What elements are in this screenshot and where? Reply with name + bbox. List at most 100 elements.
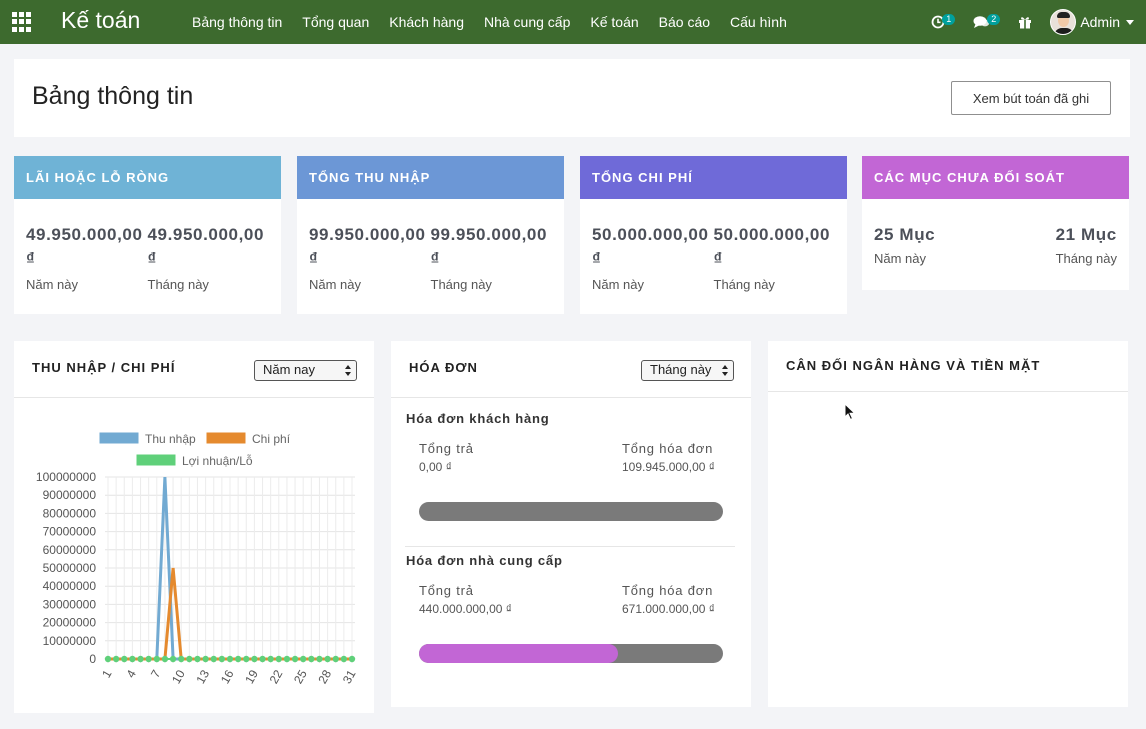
y-tick-label: 90000000: [43, 488, 97, 502]
kpi-month-label: Tháng này: [713, 277, 775, 292]
y-tick-label: 0: [89, 652, 96, 666]
y-tick-label: 30000000: [43, 597, 97, 611]
mouse-cursor-icon: [844, 403, 856, 421]
legend-swatch: [135, 453, 177, 467]
y-tick-label: 20000000: [43, 616, 97, 630]
data-point: [300, 655, 307, 663]
bank-cash-panel: CÂN ĐỐI NGÂN HÀNG VÀ TIỀN MẶT: [768, 341, 1128, 707]
income-expense-panel: THU NHẬP / CHI PHÍ Năm nay Thu nhập Chi p…: [14, 341, 374, 713]
menu-item-dashboard[interactable]: Bảng thông tin: [192, 14, 282, 30]
kpi-year-label: Năm này: [592, 277, 645, 292]
top-navbar: Kế toán Bảng thông tin Tổng quan Khách h…: [0, 0, 1146, 44]
income-expense-chart: Thu nhập Chi phí Lợi nhuận/Lỗ 0 10000000 2000…: [36, 431, 359, 686]
data-point: [178, 655, 185, 663]
data-point: [218, 655, 226, 663]
data-point: [283, 655, 291, 663]
gift-menu[interactable]: [1018, 15, 1032, 29]
divider: [405, 546, 735, 547]
y-tick-label: 50000000: [43, 561, 97, 575]
menu-item-configuration[interactable]: Cấu hình: [730, 14, 787, 30]
legend-swatch: [205, 431, 247, 445]
y-tick-label: 60000000: [43, 543, 97, 557]
legend-swatch: [98, 431, 140, 445]
chevron-down-icon: [1126, 19, 1134, 25]
customer-total-label: Tổng hóa đơn: [622, 441, 714, 456]
activity-badge: 1: [942, 13, 956, 25]
x-tick-label: 13: [193, 667, 212, 686]
select-arrows-icon: [345, 365, 351, 376]
x-tick-label: 7: [148, 667, 164, 680]
legend-label: Chi phí: [252, 432, 291, 446]
data-point: [348, 655, 356, 663]
panel-title: HÓA ĐƠN: [409, 360, 478, 375]
kpi-month-value: 99.950.000,00 ₫: [430, 225, 548, 268]
messaging-menu[interactable]: 2: [973, 13, 1001, 29]
data-point: [186, 655, 193, 663]
data-point: [112, 655, 120, 663]
data-point: [267, 655, 274, 663]
data-point: [145, 655, 152, 663]
data-point: [308, 655, 315, 663]
period-select[interactable]: Năm nay: [254, 360, 357, 381]
kpi-unreconciled-items[interactable]: CÁC MỤC CHƯA ĐỐI SOÁT 25 Mục Năm này 21 M…: [862, 156, 1129, 290]
period-select[interactable]: Tháng này: [641, 360, 734, 381]
kpi-month-label: Tháng này: [1055, 251, 1117, 266]
data-point: [129, 655, 136, 663]
view-posted-entries-button[interactable]: Xem bút toán đã ghi: [951, 81, 1111, 115]
dashboard-header: Bảng thông tin Xem bút toán đã ghi: [14, 59, 1130, 137]
x-tick-label: 28: [315, 667, 334, 686]
kpi-header: LÃI HOẶC LỖ RÒNG: [14, 156, 281, 199]
customer-invoices-progress[interactable]: [419, 502, 723, 521]
user-menu[interactable]: Admin: [1050, 9, 1134, 35]
data-point: [121, 655, 128, 663]
menu-item-accounting[interactable]: Kế toán: [590, 14, 638, 30]
customer-total-value: 109.945.000,00 ₫: [622, 460, 715, 474]
kpi-year-value: 99.950.000,00 ₫: [309, 225, 426, 268]
vendor-total-value: 671.000.000,00 ₫: [622, 602, 715, 616]
period-select-value: Năm nay: [263, 362, 316, 377]
kpi-year-value: 25 Mục: [874, 225, 936, 244]
kpi-total-expense[interactable]: TỔNG CHI PHÍ 50.000.000,00 ₫ Năm này 50.0…: [580, 156, 847, 314]
vendor-total-label: Tổng hóa đơn: [622, 583, 714, 598]
kpi-header: TỔNG CHI PHÍ: [580, 156, 847, 199]
vendor-paid-value: 440.000.000,00 ₫: [419, 602, 512, 616]
y-tick-label: 40000000: [43, 579, 97, 593]
y-tick-label: 10000000: [43, 634, 97, 648]
data-point: [210, 655, 217, 663]
apps-grid-icon[interactable]: [12, 12, 32, 32]
x-tick-label: 10: [169, 667, 188, 686]
panel-title: CÂN ĐỐI NGÂN HÀNG VÀ TIỀN MẶT: [786, 358, 1041, 373]
data-point: [259, 655, 266, 663]
legend-label: Thu nhập: [145, 432, 196, 446]
menu-item-vendors[interactable]: Nhà cung cấp: [484, 14, 570, 30]
kpi-total-income[interactable]: TỔNG THU NHẬP 99.950.000,00 ₫ Năm này 99.…: [297, 156, 564, 314]
data-point: [226, 655, 234, 663]
vendor-invoices-progress[interactable]: [419, 644, 723, 663]
vendor-paid-label: Tổng trả: [419, 583, 474, 598]
app-title[interactable]: Kế toán: [61, 7, 140, 34]
messages-badge: 2: [987, 13, 1001, 25]
kpi-header: CÁC MỤC CHƯA ĐỐI SOÁT: [862, 156, 1129, 199]
data-point: [153, 655, 160, 663]
menu-item-customers[interactable]: Khách hàng: [389, 14, 464, 30]
x-tick-label: 25: [291, 667, 310, 686]
data-point: [324, 655, 331, 663]
period-select-value: Tháng này: [650, 362, 712, 377]
data-point: [161, 655, 169, 663]
select-arrows-icon: [722, 365, 728, 376]
kpi-month-label: Tháng này: [147, 277, 209, 292]
x-tick-label: 22: [267, 667, 286, 686]
progress-fill: [419, 644, 619, 663]
kpi-year-label: Năm này: [874, 251, 927, 266]
menu-item-reports[interactable]: Báo cáo: [659, 14, 710, 30]
x-tick-label: 4: [124, 667, 140, 680]
activity-menu[interactable]: 1: [931, 13, 956, 29]
customer-paid-value: 0,00 ₫: [419, 460, 452, 474]
page-title: Bảng thông tin: [32, 82, 194, 110]
kpi-header: TỔNG THU NHẬP: [297, 156, 564, 199]
menu-item-overview[interactable]: Tổng quan: [302, 14, 369, 30]
invoices-panel: HÓA ĐƠN Tháng này Hóa đơn khách hàng Tổn…: [391, 341, 751, 707]
kpi-year-value: 50.000.000,00 ₫: [592, 225, 709, 268]
y-tick-label: 100000000: [36, 470, 96, 484]
kpi-net-profit[interactable]: LÃI HOẶC LỖ RÒNG 49.950.000,00 ₫ Năm này …: [14, 156, 281, 314]
